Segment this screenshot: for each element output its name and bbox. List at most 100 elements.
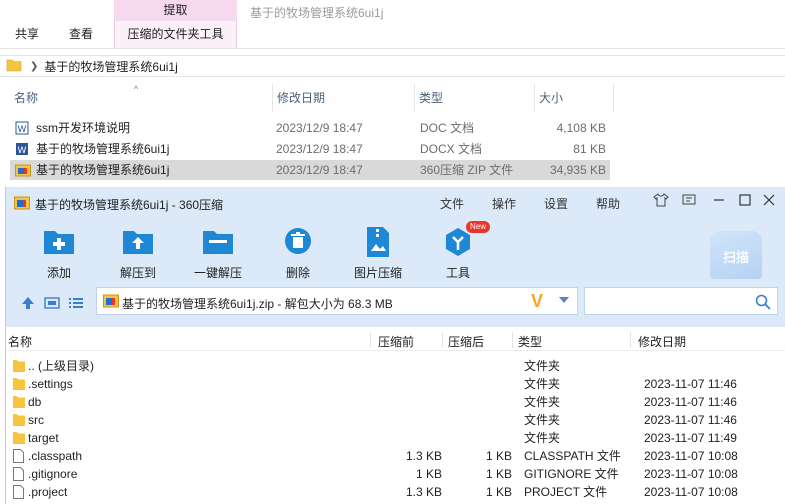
entry-type: 文件夹 (524, 377, 561, 391)
column-date[interactable]: 修改日期 (272, 84, 412, 112)
thumbnail-view-icon[interactable] (44, 295, 62, 311)
tab-compressed-folder-tools[interactable]: 压缩的文件夹工具 (114, 21, 237, 48)
file-date: 2023/12/9 18:47 (276, 142, 363, 156)
extract-to-icon (121, 226, 155, 259)
entry-type: GITIGNORE 文件 (524, 467, 619, 481)
list-item[interactable]: target 文件夹 2023-11-07 11:49 (6, 429, 785, 447)
entry-size-after: 1 KB (485, 485, 512, 499)
archive-path-text: 基于的牧场管理系统6ui1j.zip - 解包大小为 68.3 MB (122, 297, 393, 311)
folder-icon (6, 58, 22, 75)
column-type[interactable]: 类型 (518, 333, 542, 350)
entry-modified: 2023-11-07 11:46 (644, 395, 737, 409)
file-type: DOC 文档 (420, 121, 475, 135)
entry-modified: 2023-11-07 11:49 (644, 431, 737, 445)
entry-size-after: 1 KB (485, 467, 512, 481)
file-date: 2023/12/9 18:47 (276, 121, 363, 135)
zip-archive-icon (15, 163, 31, 183)
explorer-ribbon: 提取 共享 查看 压缩的文件夹工具 基于的牧场管理系统6ui1j (0, 0, 785, 48)
menu-operation[interactable]: 操作 (492, 195, 516, 212)
list-item[interactable]: .. (上级目录) 文件夹 (6, 357, 785, 375)
list-item[interactable]: db 文件夹 2023-11-07 11:46 (6, 393, 785, 411)
extract-to-button[interactable]: 解压到 (102, 219, 174, 280)
list-item[interactable]: .classpath 1.3 KB 1 KB CLASSPATH 文件 2023… (6, 447, 785, 465)
column-separator[interactable] (442, 332, 443, 348)
close-icon[interactable] (760, 193, 778, 211)
zip-toolbar: 添加 解压到 一键解压 删除 图片压缩 New 工具 扫描 (6, 219, 785, 283)
svg-text:W: W (18, 125, 27, 135)
explorer-window-title: 基于的牧场管理系统6ui1j (250, 6, 384, 20)
file-row-selected[interactable]: 基于的牧场管理系统6ui1j 2023/12/9 18:47 360压缩 ZIP… (10, 160, 610, 180)
file-type: DOCX 文档 (420, 142, 483, 156)
feedback-icon[interactable] (680, 193, 698, 211)
file-name: ssm开发环境说明 (36, 121, 130, 135)
entry-type: PROJECT 文件 (524, 485, 608, 499)
verify-v-icon[interactable]: V (531, 291, 543, 312)
file-row[interactable]: W 基于的牧场管理系统6ui1j 2023/12/9 18:47 DOCX 文档… (10, 139, 610, 159)
up-arrow-icon[interactable] (20, 295, 38, 311)
word-doc-icon: W (15, 121, 29, 141)
minimize-icon[interactable] (710, 193, 728, 211)
skin-shirt-icon[interactable] (652, 193, 670, 211)
breadcrumb-path[interactable]: 基于的牧场管理系统6ui1j (44, 58, 177, 75)
column-separator[interactable] (630, 332, 631, 348)
address-bar[interactable]: ❯ 基于的牧场管理系统6ui1j (0, 55, 785, 77)
archive-path-field[interactable]: 基于的牧场管理系统6ui1j.zip - 解包大小为 68.3 MB V (96, 287, 578, 315)
delete-button[interactable]: 删除 (262, 219, 334, 280)
entry-modified: 2023-11-07 10:08 (644, 449, 738, 463)
path-dropdown-icon[interactable] (559, 297, 569, 303)
list-view-icon[interactable] (68, 295, 86, 311)
tab-share[interactable]: 共享 (0, 20, 54, 48)
entry-name: .settings (28, 377, 73, 391)
column-modified[interactable]: 修改日期 (638, 333, 686, 350)
column-compressed[interactable]: 压缩前 (378, 333, 414, 350)
search-input[interactable] (584, 287, 778, 315)
entry-name: .gitignore (28, 467, 78, 481)
add-icon (42, 226, 76, 259)
add-button[interactable]: 添加 (23, 219, 95, 280)
entry-type: 文件夹 (524, 395, 561, 409)
column-separator[interactable] (370, 332, 371, 348)
breadcrumb-chevron-icon[interactable]: ❯ (30, 61, 38, 72)
entry-name: src (28, 413, 44, 427)
file-size: 34,935 KB (549, 163, 606, 177)
context-header-extract[interactable]: 提取 (114, 0, 237, 21)
zip-window-title: 基于的牧场管理系统6ui1j - 360压缩 (35, 198, 224, 212)
entry-type: CLASSPATH 文件 (524, 449, 621, 463)
column-uncompressed[interactable]: 压缩后 (448, 333, 484, 350)
list-item[interactable]: .project 1.3 KB 1 KB PROJECT 文件 2023-11-… (6, 483, 785, 501)
zip-archive-icon (103, 294, 119, 311)
zip-column-header: 名称 压缩前 压缩后 类型 修改日期 (6, 329, 785, 351)
maximize-icon[interactable] (736, 193, 754, 211)
entry-modified: 2023-11-07 11:46 (644, 377, 737, 391)
column-type[interactable]: 类型 (414, 84, 532, 112)
one-click-extract-button[interactable]: 一键解压 (182, 219, 254, 280)
entry-name: target (28, 431, 59, 445)
tab-view[interactable]: 查看 (54, 20, 108, 48)
entry-name: db (28, 395, 42, 409)
zip-titlebar[interactable]: 基于的牧场管理系统6ui1j - 360压缩 文件 操作 设置 帮助 (6, 187, 785, 219)
scan-button[interactable]: 扫描 (710, 231, 762, 283)
delete-icon (283, 226, 313, 259)
word-docx-icon: W (15, 142, 29, 162)
menu-file[interactable]: 文件 (440, 195, 464, 212)
column-separator[interactable] (512, 332, 513, 348)
list-item[interactable]: .gitignore 1 KB 1 KB GITIGNORE 文件 2023-1… (6, 465, 785, 483)
zip-app-icon (14, 196, 30, 213)
column-name[interactable]: 名称 (10, 84, 272, 112)
ribbon-divider (0, 48, 785, 49)
column-size[interactable]: 大小 (534, 84, 614, 112)
file-row[interactable]: W ssm开发环境说明 2023/12/9 18:47 DOC 文档 4,108… (10, 118, 610, 138)
search-icon[interactable] (755, 294, 771, 313)
entry-name: .project (28, 485, 68, 499)
zip-navbar: 基于的牧场管理系统6ui1j.zip - 解包大小为 68.3 MB V (6, 279, 785, 327)
image-compress-icon (364, 226, 392, 261)
list-item[interactable]: src 文件夹 2023-11-07 11:46 (6, 411, 785, 429)
list-item[interactable]: .settings 文件夹 2023-11-07 11:46 (6, 375, 785, 393)
tools-button[interactable]: New 工具 (422, 219, 494, 280)
menu-settings[interactable]: 设置 (544, 195, 568, 212)
menu-help[interactable]: 帮助 (596, 195, 620, 212)
file-name: 基于的牧场管理系统6ui1j (36, 142, 170, 156)
column-name[interactable]: 名称 (8, 333, 32, 350)
ribbon-tabs: 共享 查看 (0, 20, 108, 48)
image-compress-button[interactable]: 图片压缩 (342, 219, 414, 280)
